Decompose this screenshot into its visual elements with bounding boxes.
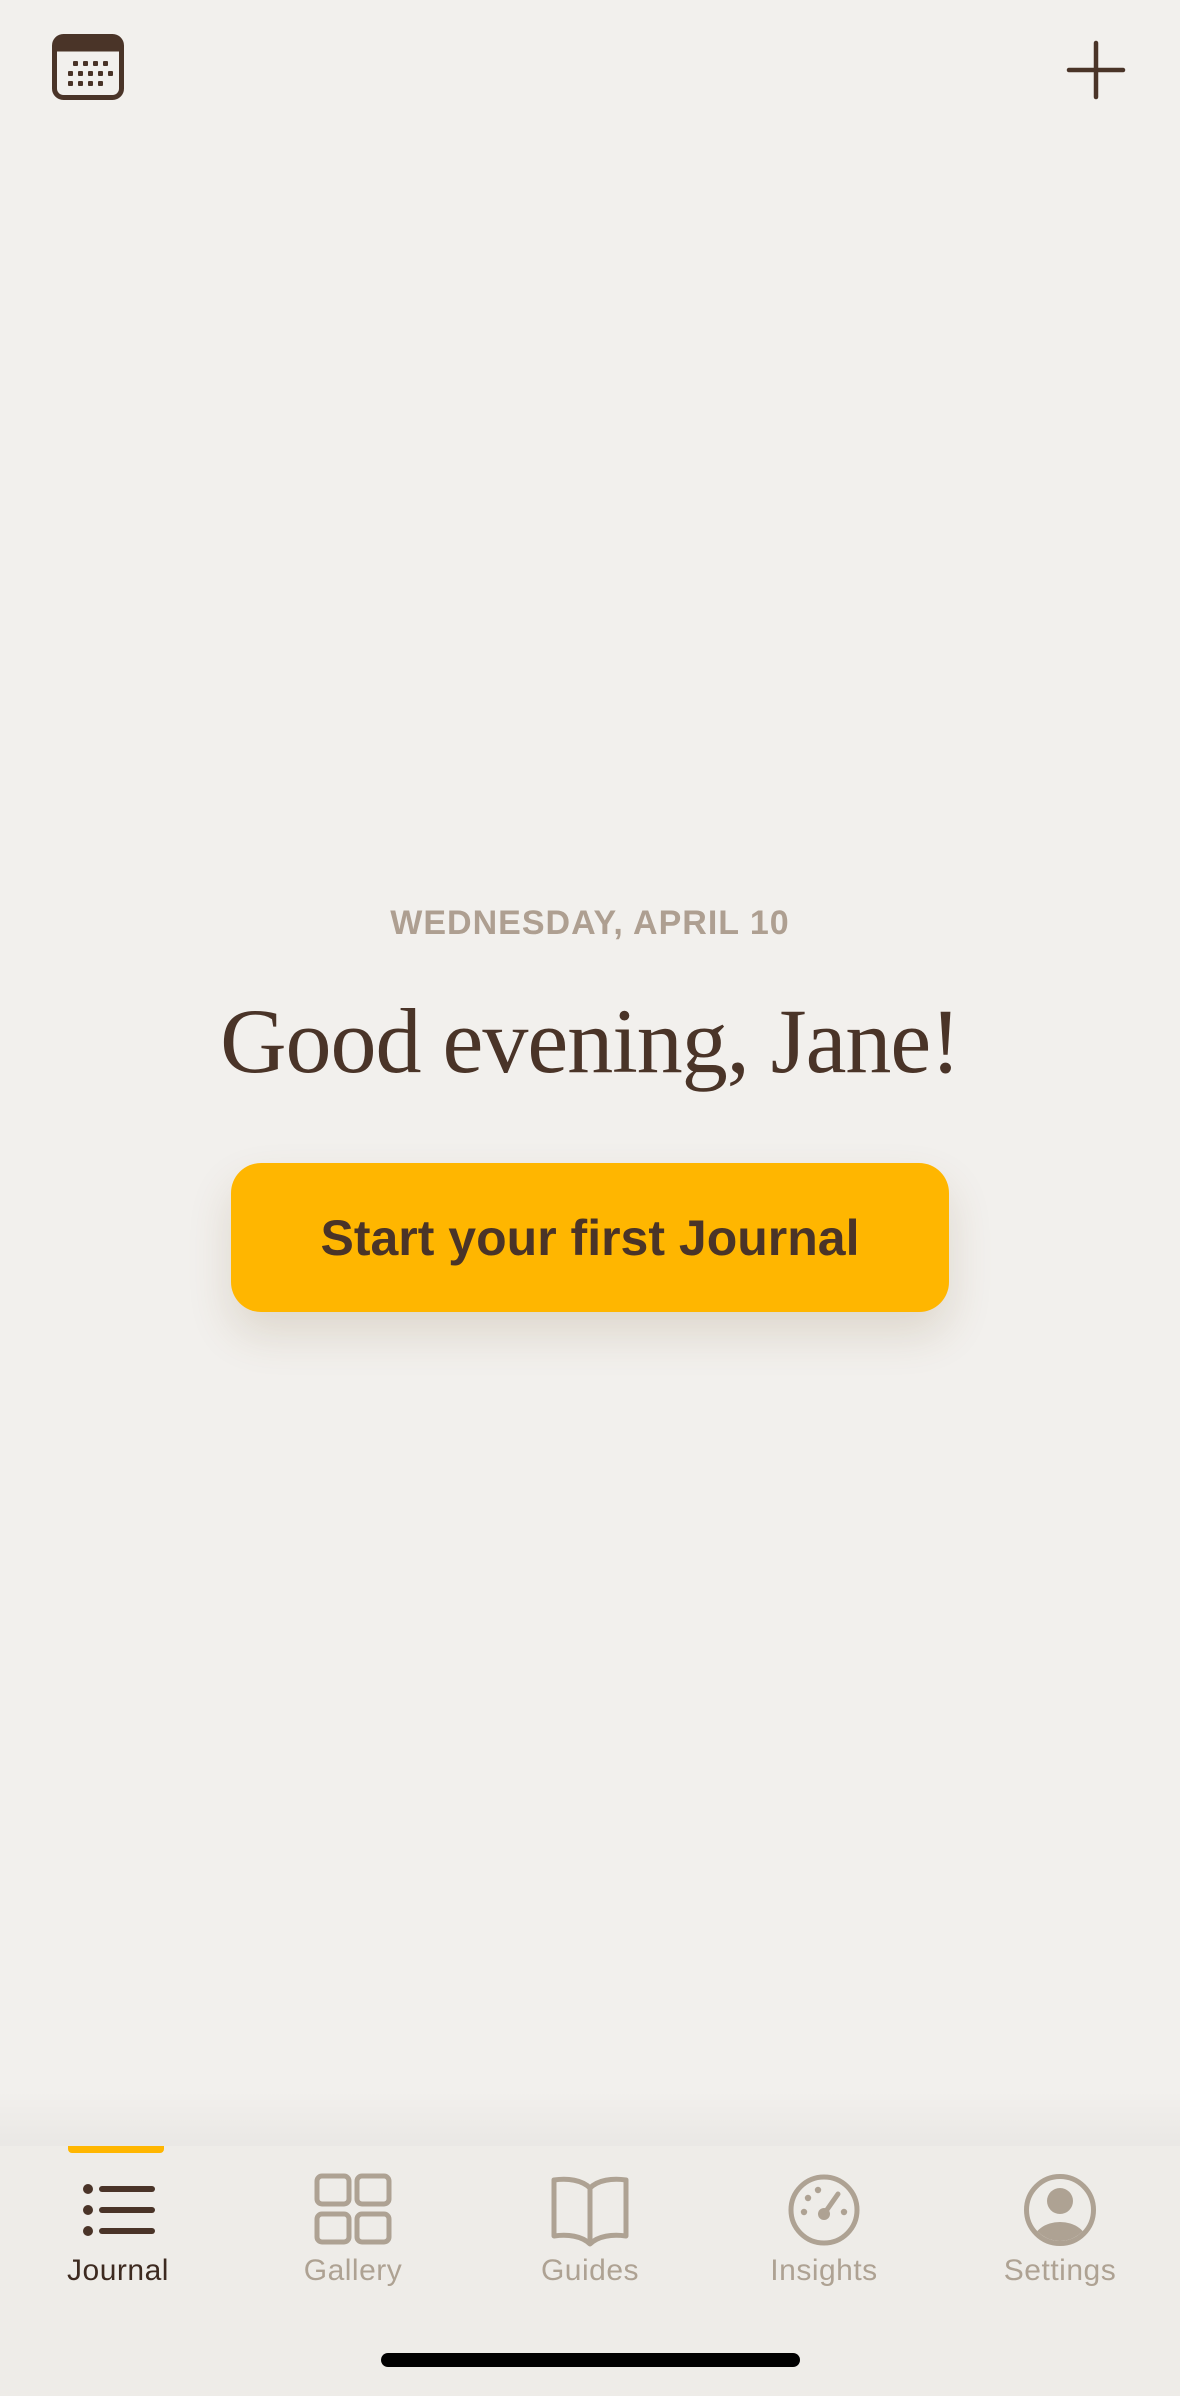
active-tab-indicator — [68, 2146, 164, 2153]
tab-journal[interactable]: Journal — [0, 2160, 236, 2300]
tab-label-settings: Settings — [1003, 2254, 1117, 2287]
tab-bar-shadow — [0, 2090, 1180, 2146]
tab-settings[interactable]: Settings — [942, 2160, 1178, 2300]
book-icon — [551, 2176, 629, 2247]
tab-guides[interactable]: Guides — [472, 2160, 708, 2300]
profile-icon — [1024, 2174, 1096, 2246]
calendar-button[interactable] — [52, 34, 124, 100]
start-journal-button[interactable]: Start your first Journal — [231, 1163, 949, 1312]
grid-icon — [314, 2173, 392, 2245]
tab-label-journal: Journal — [67, 2254, 169, 2287]
current-date: WEDNESDAY, APRIL 10 — [390, 904, 790, 942]
calendar-icon — [52, 34, 124, 100]
tab-label-gallery: Gallery — [303, 2254, 403, 2287]
tab-label-insights: Insights — [770, 2254, 878, 2287]
tab-label-guides: Guides — [540, 2254, 640, 2287]
gauge-icon — [788, 2174, 860, 2246]
add-entry-button[interactable] — [1064, 38, 1128, 102]
tab-gallery[interactable]: Gallery — [235, 2160, 471, 2300]
tab-insights[interactable]: Insights — [706, 2160, 942, 2300]
greeting-title: Good evening, Jane! — [220, 990, 961, 1092]
top-bar — [0, 0, 1180, 140]
list-icon — [83, 2184, 155, 2236]
home-indicator — [381, 2353, 800, 2367]
plus-icon — [1066, 40, 1126, 100]
